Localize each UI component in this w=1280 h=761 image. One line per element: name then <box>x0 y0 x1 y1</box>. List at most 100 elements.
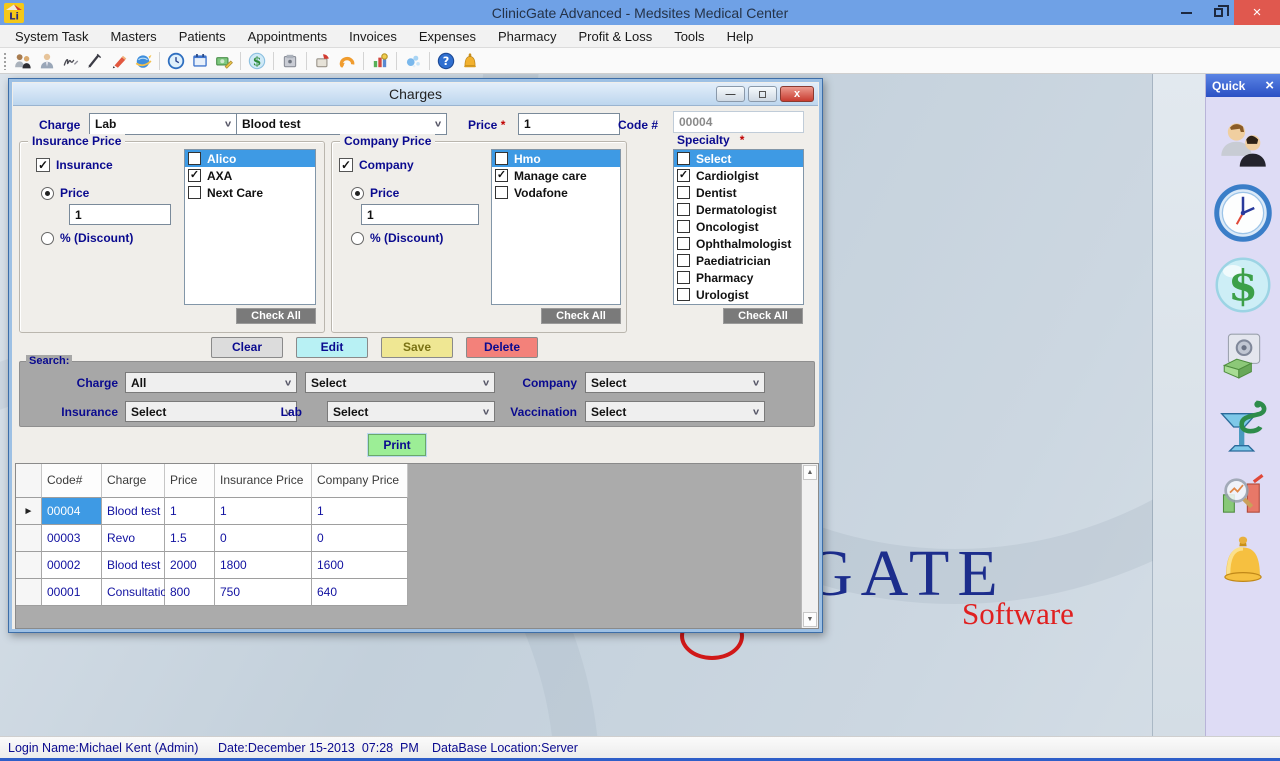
print-button[interactable]: Print <box>368 434 426 456</box>
grid-cell[interactable]: Blood test <box>102 552 165 579</box>
list-item[interactable]: ✓Cardiolgist <box>674 167 803 184</box>
charges-dialog-titlebar[interactable]: Charges — x <box>13 83 818 106</box>
quick-reminders-icon[interactable] <box>1214 529 1272 595</box>
quick-panel-close-icon[interactable]: × <box>1265 78 1274 93</box>
company-check-all-button[interactable]: Check All <box>541 308 621 324</box>
close-button[interactable]: × <box>1234 0 1280 25</box>
insurance-discount-option-row[interactable]: % (Discount) <box>41 231 133 245</box>
grid-cell[interactable]: 1 <box>312 498 408 525</box>
grid-cell[interactable]: 1 <box>215 498 312 525</box>
grid-cell[interactable]: 1 <box>165 498 215 525</box>
specialty-check-all-button[interactable]: Check All <box>723 308 803 324</box>
grid-vertical-scrollbar[interactable]: ▲ ▼ <box>801 464 818 628</box>
cleanup-icon[interactable] <box>404 52 422 70</box>
table-row[interactable]: ►00004Blood test111 <box>16 498 408 525</box>
list-item[interactable]: Hmo <box>492 150 620 167</box>
quick-expenses-icon[interactable] <box>1218 329 1268 381</box>
table-row[interactable]: 00001Consultation800750640 <box>16 579 408 606</box>
list-item[interactable]: Select <box>674 150 803 167</box>
insurance-price-input[interactable] <box>69 204 171 225</box>
grid-cell[interactable]: 00003 <box>42 525 102 552</box>
company-list[interactable]: Hmo✓Manage careVodafone <box>491 149 621 305</box>
grid-cell[interactable]: Consultation <box>102 579 165 606</box>
grid-cell[interactable]: 0 <box>215 525 312 552</box>
calendar-icon[interactable] <box>191 52 209 70</box>
dialog-close-button[interactable]: x <box>780 86 814 102</box>
insurance-price-radio[interactable] <box>41 187 54 200</box>
checkbox[interactable] <box>495 186 508 199</box>
list-item[interactable]: Vodafone <box>492 184 620 201</box>
save-button[interactable]: Save <box>381 337 453 358</box>
list-item[interactable]: Ophthalmologist <box>674 235 803 252</box>
company-enable-row[interactable]: ✓ Company <box>339 158 414 172</box>
checkbox[interactable]: ✓ <box>495 169 508 182</box>
quick-payments-icon[interactable]: $ <box>1213 255 1273 315</box>
list-item[interactable]: Dentist <box>674 184 803 201</box>
checkbox[interactable] <box>677 254 690 267</box>
edit-button[interactable]: Edit <box>296 337 368 358</box>
search-vaccination-combo[interactable]: Select v <box>585 401 765 422</box>
list-item[interactable]: Oncologist <box>674 218 803 235</box>
insurance-price-option-row[interactable]: Price <box>41 186 89 200</box>
undo-icon[interactable] <box>338 52 356 70</box>
grid-cell[interactable]: 1800 <box>215 552 312 579</box>
menu-item-tools[interactable]: Tools <box>663 26 715 47</box>
grid-column-header[interactable]: Price <box>165 464 215 498</box>
grid-cell[interactable]: 00004 <box>42 498 102 525</box>
list-item[interactable]: Alico <box>185 150 315 167</box>
charge-item-combo[interactable]: Blood test v <box>236 113 447 135</box>
purchase-icon[interactable] <box>314 52 332 70</box>
checkbox[interactable] <box>677 271 690 284</box>
grid-cell[interactable]: Blood test <box>102 498 165 525</box>
menu-item-patients[interactable]: Patients <box>168 26 237 47</box>
search-company-combo[interactable]: Select v <box>585 372 765 393</box>
menu-item-system-task[interactable]: System Task <box>4 26 99 47</box>
insurance-checkbox[interactable]: ✓ <box>36 158 50 172</box>
insurance-check-all-button[interactable]: Check All <box>236 308 316 324</box>
checkbox[interactable] <box>677 203 690 216</box>
company-price-option-row[interactable]: Price <box>351 186 399 200</box>
price-input[interactable] <box>518 113 620 135</box>
checkbox[interactable] <box>677 186 690 199</box>
list-item[interactable]: ✓Manage care <box>492 167 620 184</box>
specialty-list[interactable]: Select✓CardiolgistDentistDermatologistOn… <box>673 149 804 305</box>
table-row[interactable]: 00002Blood test200018001600 <box>16 552 408 579</box>
inventory-icon[interactable] <box>281 52 299 70</box>
delete-button[interactable]: Delete <box>466 337 538 358</box>
grid-column-header[interactable]: Insurance Price <box>215 464 312 498</box>
grid-cell[interactable]: Revo <box>102 525 165 552</box>
list-item[interactable]: Paediatrician <box>674 252 803 269</box>
marker-icon[interactable] <box>110 52 128 70</box>
quick-appointments-icon[interactable] <box>1213 183 1273 243</box>
menu-item-expenses[interactable]: Expenses <box>408 26 487 47</box>
menu-item-help[interactable]: Help <box>716 26 765 47</box>
grid-column-header[interactable]: Code# <box>42 464 102 498</box>
table-row[interactable]: 00003Revo1.500 <box>16 525 408 552</box>
checkbox[interactable] <box>677 220 690 233</box>
insurance-company-list[interactable]: Alico✓AXANext Care <box>184 149 316 305</box>
company-price-input[interactable] <box>361 204 479 225</box>
menu-item-appointments[interactable]: Appointments <box>237 26 339 47</box>
scroll-down-icon[interactable]: ▼ <box>803 612 817 627</box>
injection-icon[interactable] <box>86 52 104 70</box>
payments-icon[interactable]: $ <box>248 52 266 70</box>
restore-button[interactable] <box>1202 0 1234 25</box>
checkbox[interactable] <box>677 288 690 301</box>
help-icon[interactable]: ? <box>437 52 455 70</box>
grid-column-header[interactable]: Company Price <box>312 464 408 498</box>
company-discount-option-row[interactable]: % (Discount) <box>351 231 443 245</box>
company-checkbox[interactable]: ✓ <box>339 158 353 172</box>
grid-cell[interactable]: 1.5 <box>165 525 215 552</box>
checkbox[interactable] <box>677 152 690 165</box>
grid-cell[interactable]: 750 <box>215 579 312 606</box>
grid-cell[interactable]: 00001 <box>42 579 102 606</box>
search-charge-combo[interactable]: All v <box>125 372 297 393</box>
toolbar-grip[interactable] <box>3 52 8 70</box>
reports-icon[interactable] <box>371 52 389 70</box>
clock-icon[interactable] <box>167 52 185 70</box>
grid-cell[interactable]: 00002 <box>42 552 102 579</box>
grid-cell[interactable]: 640 <box>312 579 408 606</box>
insurance-enable-row[interactable]: ✓ Insurance <box>36 158 113 172</box>
grid-cell[interactable]: 800 <box>165 579 215 606</box>
list-item[interactable]: Dermatologist <box>674 201 803 218</box>
